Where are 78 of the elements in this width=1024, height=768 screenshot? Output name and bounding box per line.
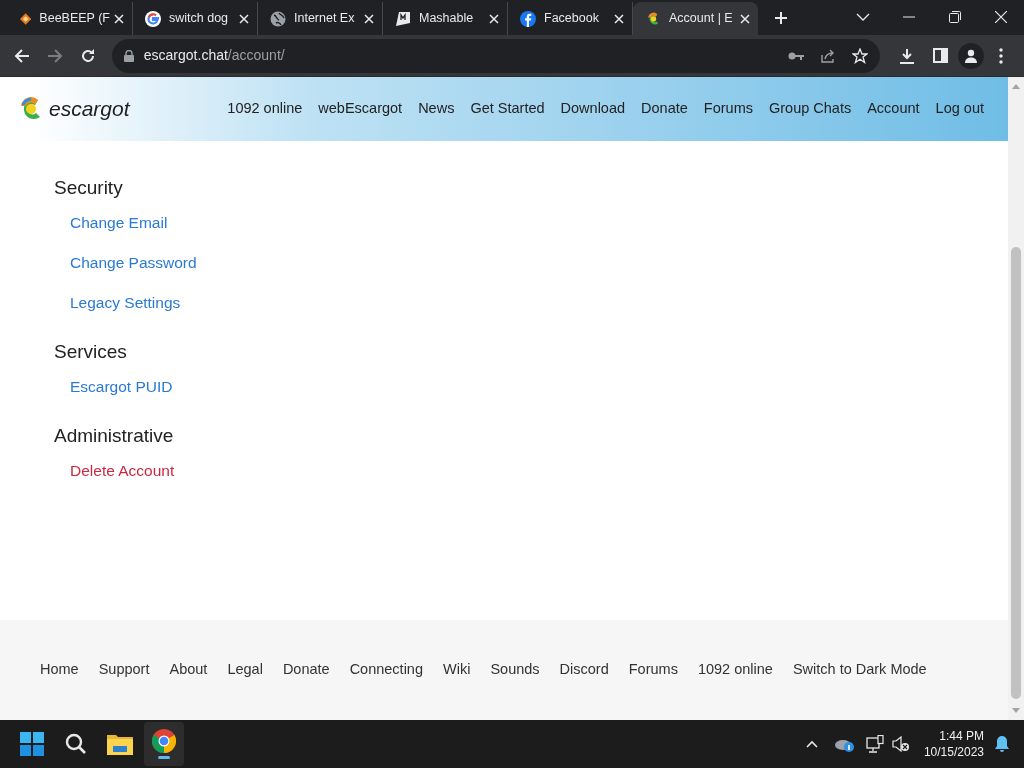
footer-link[interactable]: Support xyxy=(98,659,150,681)
footer-link[interactable]: Sounds xyxy=(490,659,540,681)
close-tab-icon[interactable] xyxy=(614,13,624,24)
folder-icon[interactable] xyxy=(107,733,133,755)
site-logo-text[interactable]: escargot xyxy=(49,93,130,125)
speaker-muted-icon[interactable] xyxy=(891,735,910,753)
diamond-icon xyxy=(20,10,32,27)
settings-link[interactable]: Escargot PUID xyxy=(70,373,173,401)
browser-tab[interactable]: Account | E xyxy=(633,2,758,35)
footer-link[interactable]: Switch to Dark Mode xyxy=(792,659,927,681)
close-tab-icon[interactable] xyxy=(740,13,750,24)
tab-title: Facebook xyxy=(544,10,600,28)
profile-icon[interactable] xyxy=(958,42,985,69)
nav-link[interactable]: 1092 online xyxy=(227,98,303,120)
close-tab-icon[interactable] xyxy=(364,13,374,24)
clock-time[interactable]: 1:44 PM xyxy=(939,728,984,744)
reload-icon[interactable] xyxy=(79,47,96,64)
chevron-up-icon[interactable] xyxy=(805,740,818,748)
star-icon[interactable] xyxy=(852,47,869,64)
share-icon[interactable] xyxy=(820,47,837,64)
tab-title: switch dog xyxy=(169,10,230,28)
footer-link[interactable]: Legal xyxy=(227,659,263,681)
nav-link[interactable]: Group Chats xyxy=(769,98,852,120)
windows-start-icon[interactable] xyxy=(20,732,44,756)
menu-icon[interactable] xyxy=(999,47,1004,64)
footer-link[interactable]: Wiki xyxy=(443,659,471,681)
tab-title: BeeBEEP (F xyxy=(39,10,110,28)
section-heading: Administrative xyxy=(54,424,174,448)
settings-link[interactable]: Change Password xyxy=(70,249,197,277)
side-panel-icon[interactable] xyxy=(932,48,948,63)
chrome-taskbar-button[interactable] xyxy=(144,722,184,766)
escargot-logo-icon xyxy=(645,10,661,27)
key-icon[interactable] xyxy=(788,50,805,61)
nav-link[interactable]: webEscargot xyxy=(318,98,403,120)
close-tab-icon[interactable] xyxy=(114,13,124,24)
close-tab-icon[interactable] xyxy=(489,13,499,24)
network-icon[interactable] xyxy=(865,735,884,753)
forward-icon[interactable] xyxy=(46,47,63,64)
settings-link[interactable]: Change Email xyxy=(70,209,168,237)
chevron-down-icon[interactable] xyxy=(856,13,870,21)
globe-icon xyxy=(270,10,286,27)
restore-icon[interactable] xyxy=(949,11,961,23)
facebook-icon xyxy=(520,10,536,27)
search-icon[interactable] xyxy=(65,733,87,755)
google-g-icon xyxy=(145,10,161,27)
nav-link[interactable]: News xyxy=(418,98,455,120)
settings-link[interactable]: Delete Account xyxy=(70,457,175,485)
back-icon[interactable] xyxy=(13,47,30,64)
footer-link[interactable]: Donate xyxy=(282,659,330,681)
nav-link[interactable]: Get Started xyxy=(470,98,545,120)
clock-date[interactable]: 10/15/2023 xyxy=(923,744,984,760)
settings-link[interactable]: Legacy Settings xyxy=(70,289,181,317)
tab-title: Mashable xyxy=(419,10,475,28)
nav-link[interactable]: Account xyxy=(867,98,920,120)
section-heading: Security xyxy=(54,176,123,200)
address-bar[interactable]: escargot.chat/account/ xyxy=(111,38,881,73)
footer-link[interactable]: Home xyxy=(40,659,79,681)
url-text: escargot.chat/account/ xyxy=(143,46,285,65)
nav-link[interactable]: Donate xyxy=(641,98,688,120)
nav-link[interactable]: Download xyxy=(560,98,626,120)
section-heading: Services xyxy=(54,340,127,364)
mashable-logo-icon xyxy=(395,10,411,27)
download-icon[interactable] xyxy=(899,47,916,64)
footer-link[interactable]: 1092 online xyxy=(697,659,773,681)
footer-link[interactable]: Forums xyxy=(628,659,678,681)
chrome-icon xyxy=(152,729,176,753)
tab-title: Internet Ex xyxy=(294,10,356,28)
nav-link[interactable]: Forums xyxy=(703,98,753,120)
bell-icon[interactable] xyxy=(994,735,1010,753)
new-tab-icon[interactable] xyxy=(773,10,789,26)
footer-link[interactable]: Connecting xyxy=(349,659,423,681)
tab-title: Account | E xyxy=(669,10,734,28)
nav-link[interactable]: Log out xyxy=(935,98,984,120)
footer-link[interactable]: About xyxy=(169,659,208,681)
footer-link[interactable]: Discord xyxy=(559,659,609,681)
lock-icon xyxy=(123,49,134,62)
close-icon[interactable] xyxy=(995,11,1007,23)
close-tab-icon[interactable] xyxy=(239,13,249,24)
